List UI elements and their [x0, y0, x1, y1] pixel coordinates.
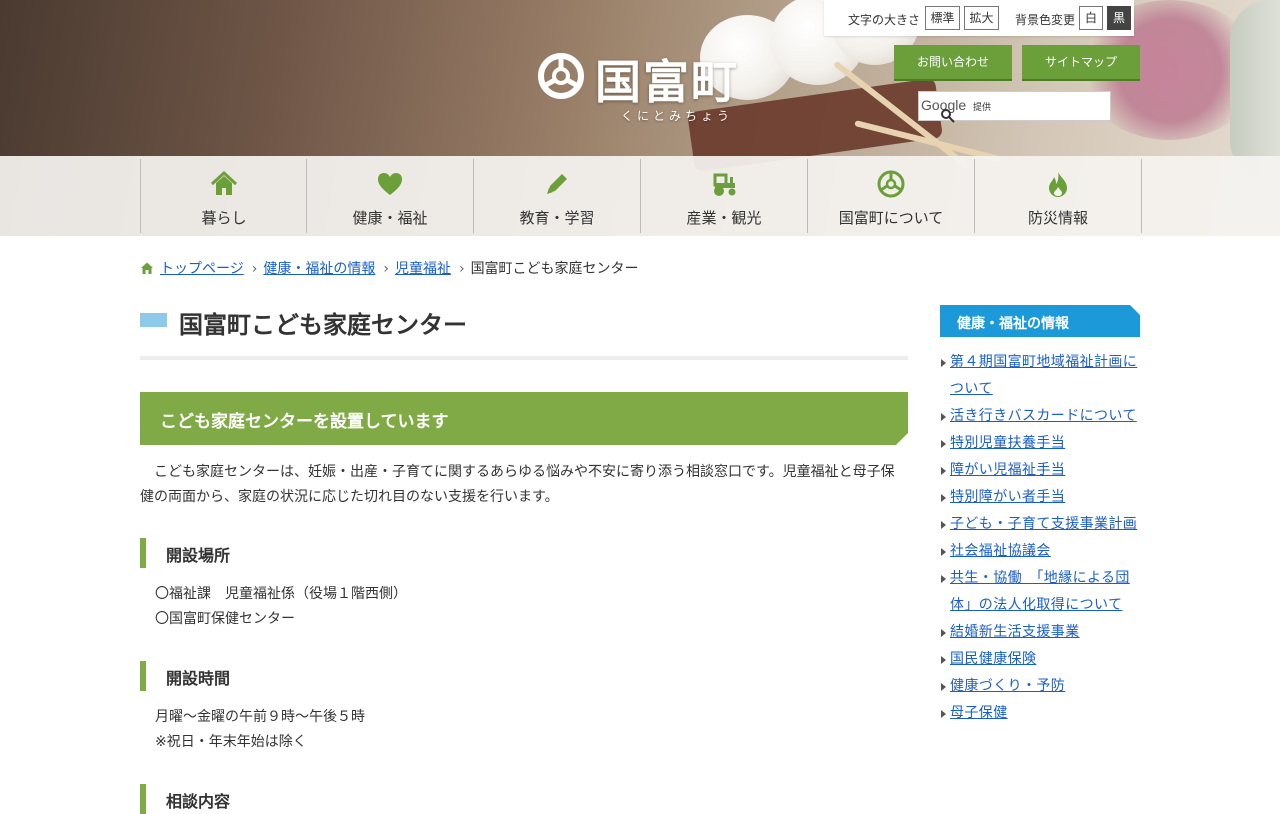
sidebar-link[interactable]: 健康づくり・予防 [950, 678, 1065, 694]
sidebar-link[interactable]: 社会福祉協議会 [950, 543, 1051, 559]
bg-black-button[interactable]: 黒 [1107, 6, 1131, 30]
section-heading-block: こども家庭センターを設置しています [140, 392, 908, 445]
sidebar-link[interactable]: 特別障がい者手当 [950, 489, 1065, 505]
heading-corner-decoration [1130, 305, 1140, 315]
home-icon [141, 262, 153, 274]
town-emblem-icon [877, 170, 905, 198]
list-item: 月曜～金曜の午前９時～午後５時 [155, 709, 365, 725]
sidebar-item: 子ども・子育て支援事業計画 [940, 511, 1140, 538]
site-logo[interactable]: 国富町 くにとみちょう [537, 50, 752, 130]
sidebar-link[interactable]: 障がい児福祉手当 [950, 462, 1065, 478]
sidebar-link[interactable]: 国民健康保険 [950, 651, 1036, 667]
site-name-kana: くにとみちょう [621, 109, 734, 123]
sidebar-item: 結婚新生活支援事業 [940, 619, 1140, 646]
bg-color-label: 背景色変更 [1015, 13, 1076, 27]
page-title-block: 国富町こども家庭センター [140, 300, 908, 360]
hours-list: 月曜～金曜の午前９時～午後５時 ※祝日・年末年始は除く [155, 705, 365, 755]
font-standard-button[interactable]: 標準 [925, 6, 960, 30]
sidebar-heading-block: 健康・福祉の情報 [940, 305, 1140, 337]
sidebar-link[interactable]: 第４期国富町地域福祉計画について [950, 354, 1137, 397]
subsection-heading-consultation: 相談内容 [166, 792, 231, 811]
subsection-accent-bar [140, 661, 146, 691]
page-title: 国富町こども家庭センター [179, 311, 467, 339]
sidebar-item: 国民健康保険 [940, 646, 1140, 673]
sidebar-item: 母子保健 [940, 700, 1140, 727]
header-banner: 国富町 くにとみちょう 文字の大きさ 標準 拡大 背景色変更 白 黒 お問い合わ… [0, 0, 1280, 236]
breadcrumb-link-health[interactable]: 健康・福祉の情報 [263, 261, 375, 277]
town-emblem-icon [538, 53, 584, 99]
intro-paragraph: こども家庭センターは、妊娠・出産・子育てに関するあらゆる悩みや不安に寄り添う相談… [140, 464, 895, 505]
sidebar-item: 特別障がい者手当 [940, 484, 1140, 511]
nav-item-label: 健康・福祉 [352, 209, 428, 227]
nav-item-education[interactable]: 教育・学習 [473, 159, 640, 233]
nav-item-about-town[interactable]: 国富町について [807, 159, 974, 233]
sidebar-item: 障がい児福祉手当 [940, 457, 1140, 484]
font-size-label: 文字の大きさ [848, 13, 921, 27]
sidebar-item: 共生・協働 「地縁による団体」の法人化取得について [940, 565, 1140, 619]
list-item: 〇福祉課 児童福祉係（役場１階西側） [155, 586, 407, 602]
sidebar-link[interactable]: 結婚新生活支援事業 [950, 624, 1080, 640]
site-name: 国富町 [595, 55, 739, 109]
contact-button[interactable]: お問い合わせ [894, 45, 1012, 79]
section-heading: こども家庭センターを設置しています [160, 412, 449, 432]
sidebar-list: 第４期国富町地域福祉計画について 活き行きバスカードについて 特別児童扶養手当 … [940, 349, 1140, 727]
search-input[interactable] [919, 92, 1114, 122]
nav-item-disaster[interactable]: 防災情報 [974, 159, 1142, 233]
subsection-accent-bar [140, 784, 146, 814]
sidebar-link[interactable]: 特別児童扶養手当 [950, 435, 1065, 451]
sidebar-item: 特別児童扶養手当 [940, 430, 1140, 457]
teacup-decoration [1230, 0, 1280, 180]
chevron-right-icon: › [458, 261, 465, 277]
heading-corner-decoration [896, 433, 908, 445]
flame-icon [1049, 172, 1067, 197]
home-icon [210, 170, 238, 195]
global-nav: 暮らし 健康・福祉 教育・学習 産業・観光 国富町について 防災情報 [0, 156, 1280, 236]
sitemap-button[interactable]: サイトマップ [1022, 45, 1140, 79]
pencil-icon [547, 174, 567, 194]
sidebar-link[interactable]: 子ども・子育て支援事業計画 [950, 516, 1137, 532]
location-list: 〇福祉課 児童福祉係（役場１階西側） 〇国富町保健センター [155, 582, 407, 632]
list-item: 〇国富町保健センター [155, 611, 295, 627]
list-item: ※祝日・年末年始は除く [155, 734, 307, 750]
heart-icon [378, 173, 402, 195]
nav-item-label: 教育・学習 [519, 209, 595, 227]
sidebar-link[interactable]: 活き行きバスカードについて [950, 408, 1137, 424]
subsection-accent-bar [140, 538, 146, 568]
breadcrumb-current: 国富町こども家庭センター [470, 261, 639, 277]
subsection-heading-block: 開設時間 [140, 661, 908, 691]
subsection-heading-hours: 開設時間 [166, 669, 231, 688]
nav-item-health[interactable]: 健康・福祉 [306, 159, 473, 233]
sidebar-heading: 健康・福祉の情報 [957, 316, 1069, 332]
nav-item-label: 産業・観光 [686, 209, 762, 227]
nav-item-label: 暮らし [201, 209, 247, 227]
nav-item-label: 国富町について [838, 209, 944, 227]
sidebar-item: 社会福祉協議会 [940, 538, 1140, 565]
chevron-right-icon: › [383, 261, 389, 277]
subsection-heading-location: 開設場所 [166, 546, 231, 565]
subsection-heading-block: 開設場所 [140, 538, 908, 568]
site-search: Google 提供 [918, 91, 1114, 123]
breadcrumb-link-top[interactable]: トップページ [160, 261, 244, 277]
tractor-icon [713, 173, 736, 196]
sidebar-item: 活き行きバスカードについて [940, 403, 1140, 430]
chevron-right-icon: › [251, 261, 258, 277]
breadcrumb: トップページ › 健康・福祉の情報 › 児童福祉 › 国富町こども家庭センター [140, 258, 639, 278]
bg-white-button[interactable]: 白 [1079, 6, 1103, 30]
nav-item-label: 防災情報 [1027, 209, 1088, 227]
title-accent-bar [140, 313, 167, 327]
nav-item-living[interactable]: 暮らし [140, 159, 307, 233]
sidebar-item: 健康づくり・予防 [940, 673, 1140, 700]
breadcrumb-link-child-welfare[interactable]: 児童福祉 [395, 261, 451, 277]
subsection-heading-block: 相談内容 [140, 784, 908, 814]
sidebar-link[interactable]: 母子保健 [950, 705, 1008, 721]
nav-item-industry[interactable]: 産業・観光 [640, 159, 807, 233]
sidebar-link[interactable]: 共生・協働 「地縁による団体」の法人化取得について [950, 570, 1130, 613]
accessibility-bar: 文字の大きさ 標準 拡大 背景色変更 白 黒 [824, 0, 1134, 36]
sidebar-item: 第４期国富町地域福祉計画について [940, 349, 1140, 403]
font-large-button[interactable]: 拡大 [964, 6, 999, 30]
